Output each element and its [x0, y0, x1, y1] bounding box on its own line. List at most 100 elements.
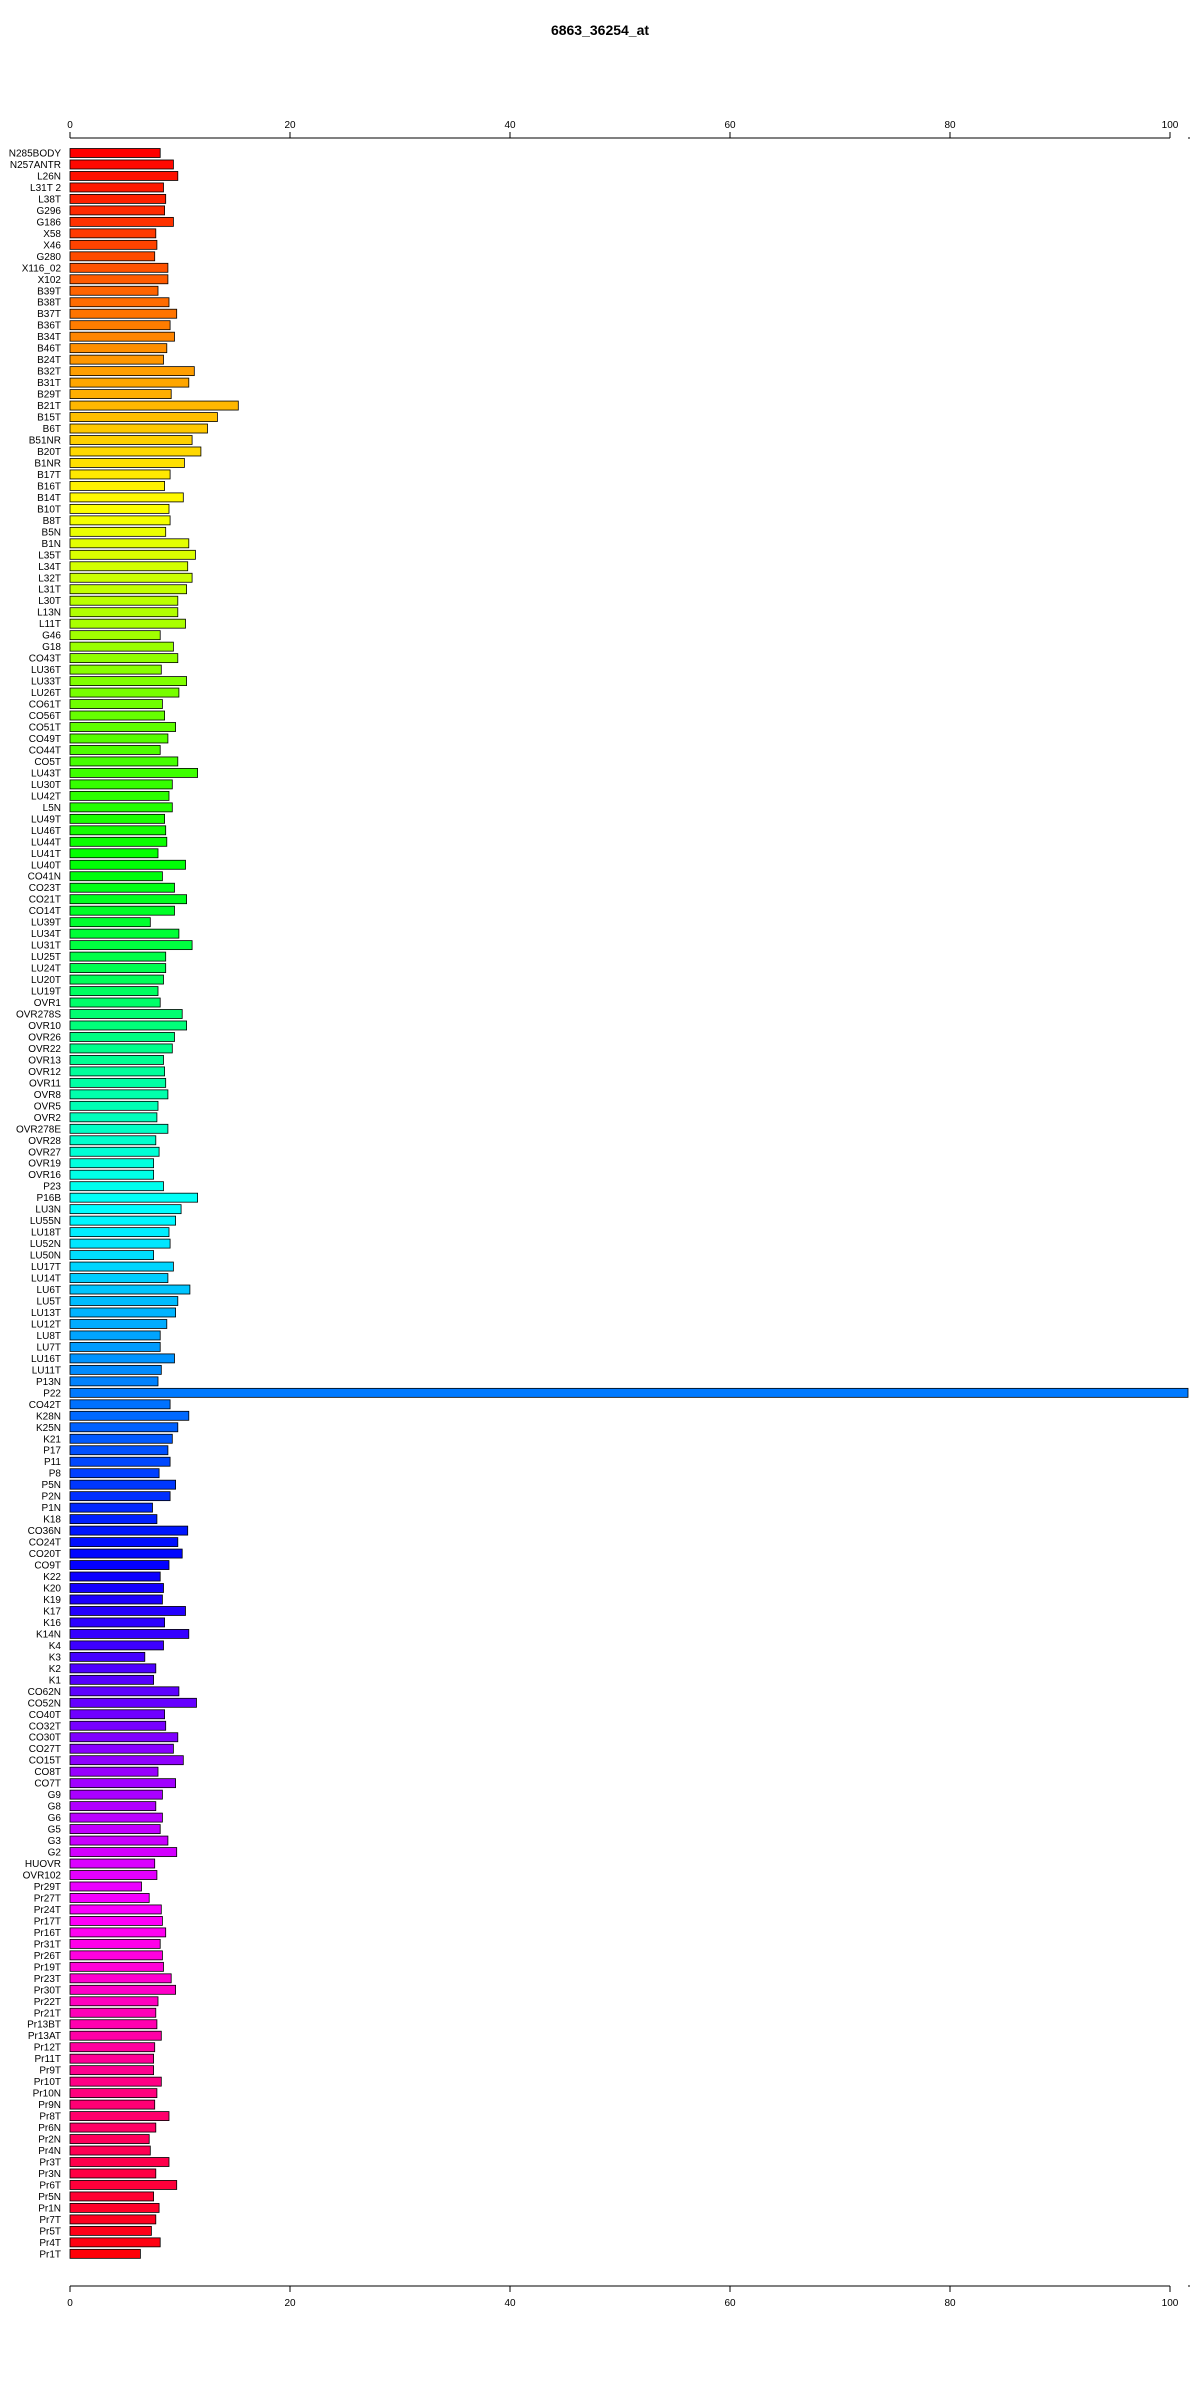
bar [69, 2088, 158, 2099]
category-label: LU43T [31, 768, 61, 779]
bar [69, 572, 193, 583]
bar [69, 882, 175, 893]
bar [69, 848, 159, 859]
category-label: LU52N [30, 1239, 61, 1250]
bar [69, 2053, 154, 2064]
category-label: P11 [44, 1457, 61, 1468]
bar [69, 974, 164, 985]
category-label: CO21T [29, 895, 61, 906]
category-label: LU30T [31, 780, 61, 791]
bottom-tick-label: 40 [504, 2298, 516, 2309]
category-label: B20T [37, 447, 61, 458]
bar [69, 1640, 164, 1651]
category-label: Pr24T [34, 1905, 61, 1916]
category-label: B39T [37, 286, 61, 297]
category-label: B1NR [34, 458, 61, 469]
bar [69, 1445, 169, 1456]
category-label: K17 [43, 1606, 61, 1617]
bar [69, 400, 239, 411]
bar [69, 1938, 161, 1949]
bar [69, 1709, 165, 1720]
category-label: B32T [37, 367, 61, 378]
category-label: Pr3T [39, 2158, 61, 2169]
category-label: CO44T [29, 745, 61, 756]
category-label: X58 [43, 229, 61, 240]
category-label: Pr29T [34, 1882, 61, 1893]
bar [69, 1491, 171, 1502]
category-label: CO52N [28, 1698, 61, 1709]
category-label: CO36N [28, 1526, 61, 1537]
category-label: K18 [43, 1515, 61, 1526]
category-label: LU39T [31, 918, 61, 929]
bar [69, 446, 202, 457]
bar [69, 1433, 173, 1444]
bar [69, 239, 158, 250]
bar [69, 1686, 180, 1697]
category-labels-group: N285BODYN257ANTRL26NL31T 2L38TG296G186X5… [9, 149, 62, 2261]
category-label: OVR13 [28, 1055, 61, 1066]
category-label: LU19T [31, 987, 61, 998]
category-label: CO5T [34, 757, 61, 768]
bar [69, 1330, 161, 1341]
bar [69, 1077, 167, 1088]
bar [69, 1043, 173, 1054]
bar [69, 251, 156, 262]
bar [69, 412, 218, 422]
bar [69, 768, 198, 778]
bar [69, 1766, 159, 1777]
category-label: X116_02 [22, 263, 62, 274]
category-label: CO15T [29, 1756, 61, 1767]
category-label: B8T [43, 516, 61, 527]
category-label: LU20T [31, 975, 61, 986]
bar [69, 997, 161, 1008]
category-label: B21T [37, 401, 61, 412]
category-label: K2 [49, 1664, 62, 1675]
bar [69, 1135, 157, 1146]
category-label: P16B [37, 1193, 62, 1204]
category-label: B36T [37, 321, 61, 332]
bar [69, 951, 167, 962]
bar [69, 710, 165, 721]
category-label: CO20T [29, 1549, 61, 1560]
bar [69, 1801, 157, 1812]
bar [69, 825, 167, 836]
category-label: CO41N [28, 872, 61, 883]
category-label: G9 [48, 1790, 62, 1801]
category-label: P8 [49, 1469, 62, 1480]
category-label: OVR16 [28, 1170, 61, 1181]
category-label: L34T [38, 562, 61, 573]
category-label: LU49T [31, 814, 61, 825]
category-label: G8 [48, 1802, 62, 1813]
category-label: Pr21T [34, 2008, 61, 2019]
category-label: OVR10 [28, 1021, 61, 1032]
category-label: CO24T [29, 1538, 61, 1549]
category-label: P22 [43, 1388, 61, 1399]
bar [69, 2157, 170, 2167]
category-label: K19 [43, 1595, 61, 1606]
category-label: K22 [43, 1572, 61, 1583]
bar [69, 1904, 162, 1915]
category-label: LU25T [31, 952, 61, 963]
top-axis: 0 20 40 60 80 100 [67, 120, 1179, 139]
category-label: B17T [37, 470, 61, 481]
bar [69, 687, 180, 698]
category-label: K25N [36, 1423, 61, 1434]
bar [69, 1502, 153, 1513]
bar [69, 1916, 163, 1926]
category-label: LU8T [37, 1331, 61, 1342]
category-label: B6T [43, 424, 61, 435]
bar [69, 940, 193, 951]
category-label: CO62N [28, 1687, 61, 1698]
category-label: CO9T [34, 1561, 61, 1572]
category-label: K21 [43, 1434, 61, 1445]
category-label: Pr9T [39, 2066, 61, 2077]
category-label: LU16T [31, 1354, 61, 1365]
category-label: CO30T [29, 1733, 61, 1744]
bar [69, 1743, 174, 1754]
category-label: L31T [38, 585, 61, 596]
bar [69, 1824, 161, 1834]
bar [69, 262, 169, 273]
bar [69, 182, 164, 193]
bar [69, 1238, 171, 1249]
bar [69, 1606, 186, 1616]
